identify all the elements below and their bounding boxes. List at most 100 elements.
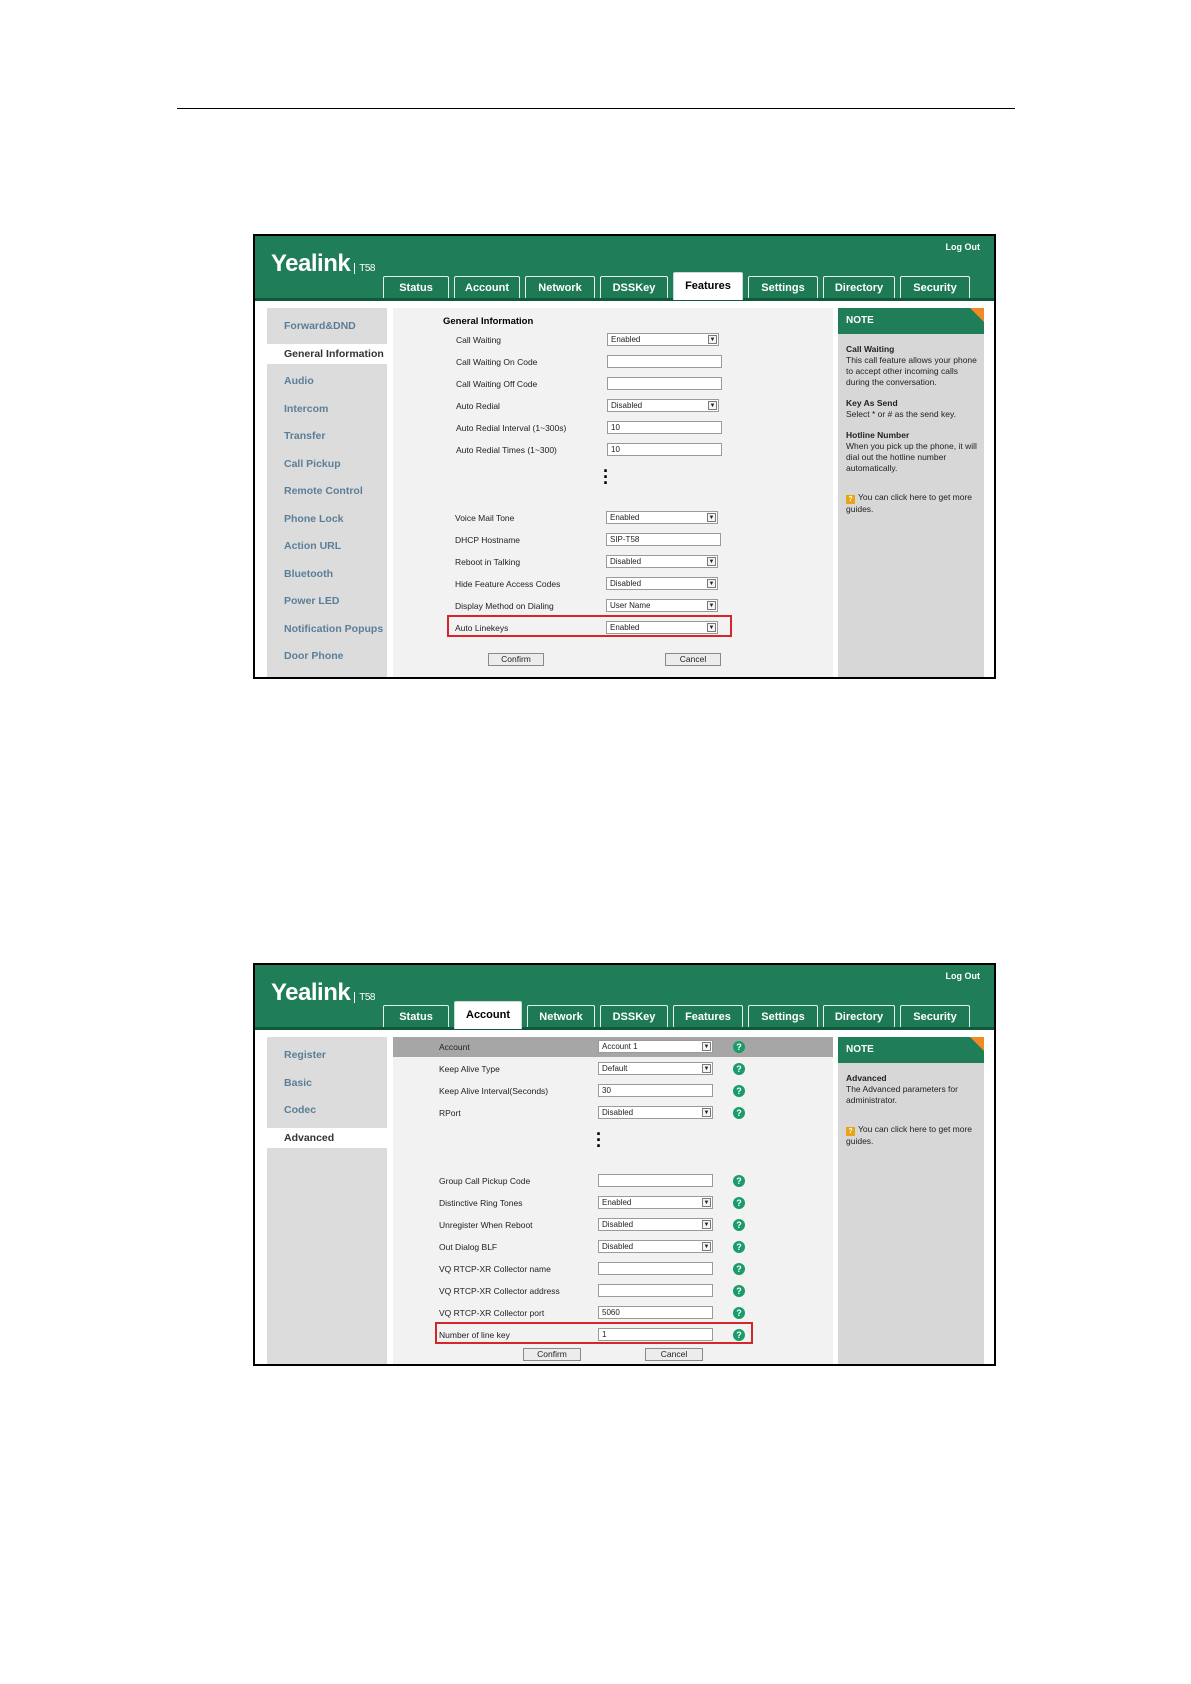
confirm-button[interactable]: Confirm [523,1348,581,1361]
dhcp-hostname-input[interactable]: SIP-T58 [606,533,721,546]
vq-collector-name-input[interactable] [598,1262,713,1275]
sidebar-item-phone-lock[interactable]: Phone Lock [267,509,387,529]
ellipsis-vertical-icon: · · · [596,1124,602,1156]
help-icon[interactable]: ? [733,1041,745,1053]
sidebar-item-register[interactable]: Register [267,1045,387,1065]
help-icon[interactable]: ? [733,1285,745,1297]
help-icon[interactable]: ? [733,1175,745,1187]
sidebar-item-general-information[interactable]: General Information [267,344,387,364]
more-guides-link[interactable]: ? You can click here to get more guides. [846,492,980,515]
help-icon[interactable]: ? [733,1307,745,1319]
sidebar-item-bluetooth[interactable]: Bluetooth [267,564,387,584]
help-icon[interactable]: ? [733,1241,745,1253]
tab-settings[interactable]: Settings [748,1005,818,1027]
help-book-icon: ? [846,495,855,504]
vq-collector-port-input[interactable]: 5060 [598,1306,713,1319]
tab-status[interactable]: Status [383,1005,449,1027]
call-waiting-select[interactable]: Enabled ▼ [607,333,719,346]
keep-alive-type-select[interactable]: Default ▼ [598,1062,713,1075]
auto-redial-times-input[interactable]: 10 [607,443,722,456]
tab-settings[interactable]: Settings [748,276,818,298]
sidebar-item-advanced[interactable]: Advanced [267,1128,387,1148]
tab-network[interactable]: Network [525,276,595,298]
auto-redial-select[interactable]: Disabled ▼ [607,399,719,412]
field-label: Auto Redial [456,401,500,411]
auto-redial-interval-input[interactable]: 10 [607,421,722,434]
help-icon[interactable]: ? [733,1263,745,1275]
settings-panel: Account Account 1 ▼ ? Keep Alive Type Def… [393,1037,833,1364]
row-account: Account Account 1 ▼ ? [393,1039,833,1057]
sidebar-item-remote-control[interactable]: Remote Control [267,481,387,501]
sidebar-item-transfer[interactable]: Transfer [267,426,387,446]
hide-feature-access-codes-select[interactable]: Disabled ▼ [606,577,718,590]
sidebar-item-codec[interactable]: Codec [267,1100,387,1120]
note-item: Advanced The Advanced parameters for admi… [846,1073,958,1105]
account-select[interactable]: Account 1 ▼ [598,1040,713,1053]
header-banner: Yealink T58 Log Out Status Account Networ… [255,236,994,301]
logout-link[interactable]: Log Out [946,242,981,252]
field-label: VQ RTCP-XR Collector name [439,1264,551,1274]
logout-link[interactable]: Log Out [946,971,981,981]
call-waiting-off-code-input[interactable] [607,377,722,390]
tab-dsskey[interactable]: DSSKey [600,1005,668,1027]
tab-directory[interactable]: Directory [823,276,895,298]
more-guides-link[interactable]: ? You can click here to get more guides. [846,1124,980,1147]
row-auto-redial-times: Auto Redial Times (1~300) 10 [393,442,833,460]
display-method-on-dialing-select[interactable]: User Name ▼ [606,599,718,612]
out-dialog-blf-select[interactable]: Disabled ▼ [598,1240,713,1253]
unregister-when-reboot-select[interactable]: Disabled ▼ [598,1218,713,1231]
help-icon[interactable]: ? [733,1107,745,1119]
cancel-button[interactable]: Cancel [645,1348,703,1361]
sidebar-item-intercom[interactable]: Intercom [267,399,387,419]
help-icon[interactable]: ? [733,1063,745,1075]
sidebar-item-forward-dnd[interactable]: Forward&DND [267,316,387,336]
row-group-call-pickup-code: Group Call Pickup Code ? [393,1173,833,1191]
sidebar-item-audio[interactable]: Audio [267,371,387,391]
field-label: Reboot in Talking [455,557,521,567]
help-icon[interactable]: ? [733,1085,745,1097]
tab-account[interactable]: Account [454,276,520,298]
help-icon[interactable]: ? [733,1197,745,1209]
chevron-down-icon: ▼ [707,557,716,566]
vq-collector-address-input[interactable] [598,1284,713,1297]
field-label: VQ RTCP-XR Collector port [439,1308,545,1318]
rport-select[interactable]: Disabled ▼ [598,1106,713,1119]
sidebar-item-basic[interactable]: Basic [267,1073,387,1093]
chevron-down-icon: ▼ [708,335,717,344]
chevron-down-icon: ▼ [707,513,716,522]
field-label: Call Waiting [456,335,502,345]
tab-features[interactable]: Features [673,272,743,300]
cancel-button[interactable]: Cancel [665,653,721,666]
tab-security[interactable]: Security [900,276,970,298]
highlight-box [447,615,732,637]
tab-security[interactable]: Security [900,1005,970,1027]
tab-features[interactable]: Features [673,1005,743,1027]
keep-alive-interval-input[interactable]: 30 [598,1084,713,1097]
sidebar-item-power-led[interactable]: Power LED [267,591,387,611]
yealink-logo: Yealink T58 [271,250,375,277]
reboot-in-talking-select[interactable]: Disabled ▼ [606,555,718,568]
sidebar-item-door-phone[interactable]: Door Phone [267,646,387,666]
tab-dsskey[interactable]: DSSKey [600,276,668,298]
sidebar-item-notification-popups[interactable]: Notification Popups [267,619,387,639]
tab-status[interactable]: Status [383,276,449,298]
field-label: Auto Redial Interval (1~300s) [456,423,567,433]
settings-panel: General Information Call Waiting Enabled… [393,308,833,677]
chevron-down-icon: ▼ [702,1220,711,1229]
call-waiting-on-code-input[interactable] [607,355,722,368]
confirm-button[interactable]: Confirm [488,653,544,666]
sidebar-item-action-url[interactable]: Action URL [267,536,387,556]
group-call-pickup-code-input[interactable] [598,1174,713,1187]
help-icon[interactable]: ? [733,1219,745,1231]
tab-directory[interactable]: Directory [823,1005,895,1027]
tab-account[interactable]: Account [454,1001,522,1029]
distinctive-ring-tones-select[interactable]: Enabled ▼ [598,1196,713,1209]
chevron-down-icon: ▼ [708,401,717,410]
sidebar-item-call-pickup[interactable]: Call Pickup [267,454,387,474]
note-body: Call Waiting This call feature allows you… [846,344,980,515]
tab-network[interactable]: Network [527,1005,595,1027]
field-label: Call Waiting On Code [456,357,538,367]
voice-mail-tone-select[interactable]: Enabled ▼ [606,511,718,524]
sidebar: Register Basic Codec Advanced [267,1037,387,1364]
note-panel: NOTE Advanced The Advanced parameters for… [838,1037,984,1364]
